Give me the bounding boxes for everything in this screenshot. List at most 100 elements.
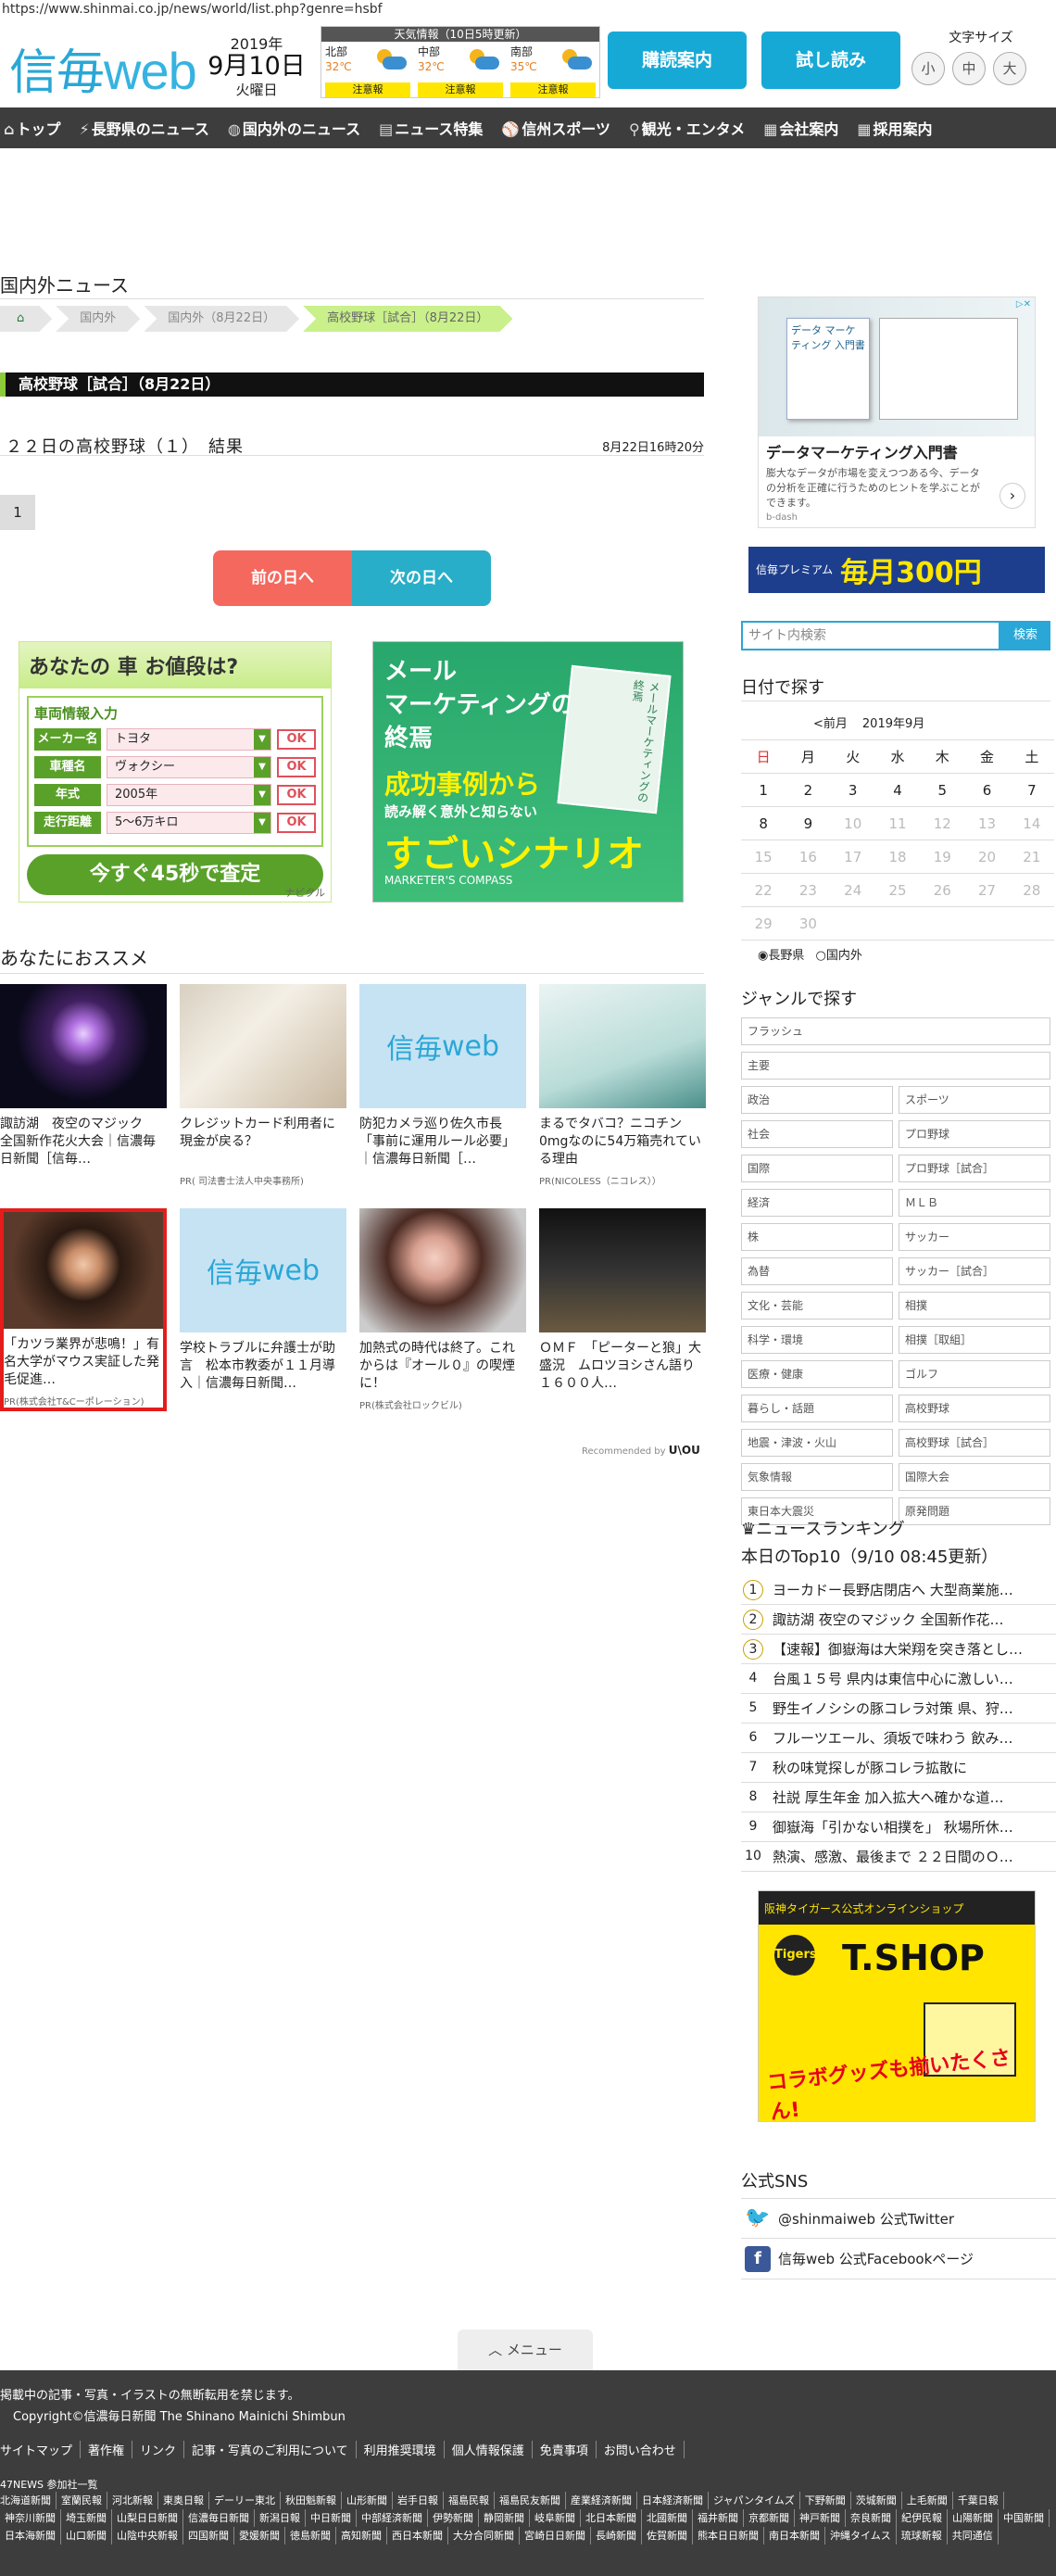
paper-link[interactable]: 静岡新聞 <box>479 2509 530 2527</box>
trial-read-button[interactable]: 試し読み <box>761 32 900 89</box>
ranking-item[interactable]: 7 秋の味覚探しが豚コレラ拡散に <box>741 1753 1056 1783</box>
paper-link[interactable]: デーリー東北 <box>209 2492 281 2509</box>
ranking-item[interactable]: 10 熱演、感激、最後まで ２２日間のＯ… <box>741 1842 1056 1872</box>
paper-link[interactable]: 西日本新聞 <box>387 2527 448 2544</box>
nav-item-company[interactable]: ▦ 会社案内 <box>763 117 838 139</box>
paper-link[interactable]: 岐阜新聞 <box>530 2509 581 2527</box>
genre-item[interactable]: 暮らし・話題 <box>741 1395 893 1422</box>
radio-domestic-world[interactable]: ○国内外 <box>816 945 862 963</box>
paper-link[interactable]: 新潟日報 <box>255 2509 306 2527</box>
next-day-button[interactable]: 次の日へ <box>352 550 491 606</box>
genre-item[interactable]: プロ野球［試合］ <box>899 1155 1050 1182</box>
genre-item[interactable]: スポーツ <box>899 1086 1050 1114</box>
paper-link[interactable]: 沖縄タイムス <box>825 2527 897 2544</box>
paper-link[interactable]: 日本海新聞 <box>0 2527 61 2544</box>
menu-toggle[interactable]: ︿ メニュー <box>458 2330 593 2370</box>
ranking-item[interactable]: 5 野生イノシシの豚コレラ対策 県、狩… <box>741 1694 1056 1724</box>
genre-item[interactable]: 相撲［取組］ <box>899 1326 1050 1354</box>
genre-item[interactable]: サッカー <box>899 1223 1050 1251</box>
nav-item-nagano[interactable]: ⚡ 長野県のニュース <box>79 117 208 139</box>
genre-item[interactable]: 為替 <box>741 1257 893 1285</box>
ad-choices-icon[interactable]: ▷✕ <box>1016 299 1031 309</box>
footer-link[interactable]: 記事・写真のご利用について <box>184 2441 357 2458</box>
font-size-large-button[interactable]: 大 <box>993 52 1026 85</box>
paper-link[interactable]: 下野新聞 <box>800 2492 851 2509</box>
genre-item[interactable]: 主要 <box>741 1052 1050 1080</box>
calendar-day[interactable]: 1 <box>741 773 786 807</box>
paper-link[interactable]: 山陽新聞 <box>948 2509 999 2527</box>
genre-item[interactable]: 政治 <box>741 1086 893 1114</box>
genre-item[interactable]: 高校野球［試合］ <box>899 1429 1050 1457</box>
paper-link[interactable]: 大分合同新聞 <box>448 2527 520 2544</box>
paper-link[interactable]: 愛媛新聞 <box>234 2527 285 2544</box>
genre-item[interactable]: 社会 <box>741 1120 893 1148</box>
prev-month-link[interactable]: <前月 <box>813 717 848 731</box>
paper-link[interactable]: 中部経済新聞 <box>357 2509 428 2527</box>
chevron-right-icon[interactable]: › <box>999 483 1025 509</box>
nav-item-sports[interactable]: ⚾ 信州スポーツ <box>501 117 610 139</box>
paper-link[interactable]: 日本経済新聞 <box>637 2492 709 2509</box>
twitter-link[interactable]: 🐦 @shinmaiweb 公式Twitter <box>741 2198 1056 2239</box>
paper-link[interactable]: 福島民報 <box>444 2492 495 2509</box>
marketing-ad[interactable]: メール マーケティングの 終焉 成功事例から 読み解く意外と知らない すごいシナリオ… <box>372 641 684 903</box>
genre-item[interactable]: プロ野球 <box>899 1120 1050 1148</box>
ranking-item[interactable]: 1 ヨーカドー長野店閉店へ 大型商業施… <box>741 1575 1056 1605</box>
paper-link[interactable]: 高知新聞 <box>336 2527 387 2544</box>
paper-link[interactable]: 山口新聞 <box>61 2527 112 2544</box>
footer-link[interactable]: リンク <box>132 2441 185 2458</box>
mileage-select[interactable]: 5～6万キロ <box>107 812 271 834</box>
recommend-card[interactable]: まるでタバコ？ニコチン0mgなのに54万箱売れている理由 PR(NICOLESS… <box>539 984 706 1187</box>
breadcrumb-home[interactable]: ⌂ <box>0 306 52 332</box>
subscribe-button[interactable]: 購読案内 <box>608 32 747 89</box>
genre-item[interactable]: 文化・芸能 <box>741 1292 893 1320</box>
calendar-day[interactable]: 3 <box>830 773 875 807</box>
genre-item[interactable]: 株 <box>741 1223 893 1251</box>
ranking-item[interactable]: 6 フルーツエール、須坂で味わう 飲み… <box>741 1724 1056 1753</box>
recommend-card[interactable]: 諏訪湖 夜空のマジック 全国新作花火大会｜信濃毎日新聞［信毎… <box>0 984 167 1169</box>
calendar-day[interactable]: 2 <box>786 773 831 807</box>
paper-link[interactable]: 東奥日報 <box>158 2492 209 2509</box>
paper-link[interactable]: 室蘭民報 <box>57 2492 107 2509</box>
paper-link[interactable]: 信濃毎日新聞 <box>183 2509 255 2527</box>
paper-link[interactable]: 徳島新聞 <box>285 2527 336 2544</box>
maker-select[interactable]: トヨタ <box>107 728 271 751</box>
paper-link[interactable]: 北海道新聞 <box>0 2492 57 2509</box>
genre-item[interactable]: 気象情報 <box>741 1463 893 1491</box>
paper-link[interactable]: 山形新聞 <box>342 2492 393 2509</box>
paper-link[interactable]: 岩手日報 <box>393 2492 444 2509</box>
genre-item[interactable]: サッカー［試合］ <box>899 1257 1050 1285</box>
paper-link[interactable]: 秋田魁新報 <box>281 2492 342 2509</box>
radio-nagano[interactable]: ◉長野県 <box>758 945 804 963</box>
paper-link[interactable]: ジャパンタイムズ <box>709 2492 800 2509</box>
paper-link[interactable]: 埼玉新聞 <box>61 2509 112 2527</box>
article-row[interactable]: ２２日の高校野球（１） 結果 8月22日16時20分 <box>0 434 704 457</box>
ranking-item[interactable]: 3 【速報】御嶽海は大栄翔を突き落とし… <box>741 1635 1056 1664</box>
paper-link[interactable]: 上毛新聞 <box>902 2492 953 2509</box>
footer-link[interactable]: 個人情報保護 <box>445 2441 533 2458</box>
paper-link[interactable]: 四国新聞 <box>183 2527 234 2544</box>
ranking-item[interactable]: 8 社説 厚生年金 加入拡大へ確かな道… <box>741 1783 1056 1812</box>
paper-link[interactable]: 産業経済新聞 <box>566 2492 637 2509</box>
ranking-item[interactable]: 9 御嶽海「引かない相撲を」 秋場所休… <box>741 1812 1056 1842</box>
font-size-small-button[interactable]: 小 <box>911 52 945 85</box>
facebook-link[interactable]: f 信毎web 公式Facebookページ <box>741 2239 1056 2279</box>
genre-item[interactable]: ＭＬＢ <box>899 1189 1050 1217</box>
footer-link[interactable]: 著作権 <box>81 2441 133 2458</box>
calendar-day[interactable]: 7 <box>1009 773 1054 807</box>
paper-link[interactable]: 長崎新聞 <box>591 2527 642 2544</box>
paper-link[interactable]: 中国新聞 <box>999 2509 1050 2527</box>
paper-link[interactable]: 福井新聞 <box>693 2509 744 2527</box>
paper-link[interactable]: 南日本新聞 <box>764 2527 825 2544</box>
paper-link[interactable]: 茨城新聞 <box>851 2492 902 2509</box>
breadcrumb-item[interactable]: 国内外（8月22日） <box>144 306 299 332</box>
genre-item[interactable]: フラッシュ <box>741 1017 1050 1045</box>
genre-item[interactable]: 地震・津波・火山 <box>741 1429 893 1457</box>
paper-link[interactable]: 中日新聞 <box>306 2509 357 2527</box>
paper-link[interactable]: 山陰中央新報 <box>112 2527 183 2544</box>
footer-link[interactable]: 利用推奨環境 <box>357 2441 445 2458</box>
ranking-item[interactable]: 2 諏訪湖 夜空のマジック 全国新作花… <box>741 1605 1056 1635</box>
nav-item-recruit[interactable]: ▦ 採用案内 <box>857 117 932 139</box>
paper-link[interactable]: 千葉日報 <box>953 2492 1004 2509</box>
site-logo[interactable]: 信毎 web <box>9 33 197 103</box>
paper-link[interactable]: 佐賀新聞 <box>642 2527 693 2544</box>
